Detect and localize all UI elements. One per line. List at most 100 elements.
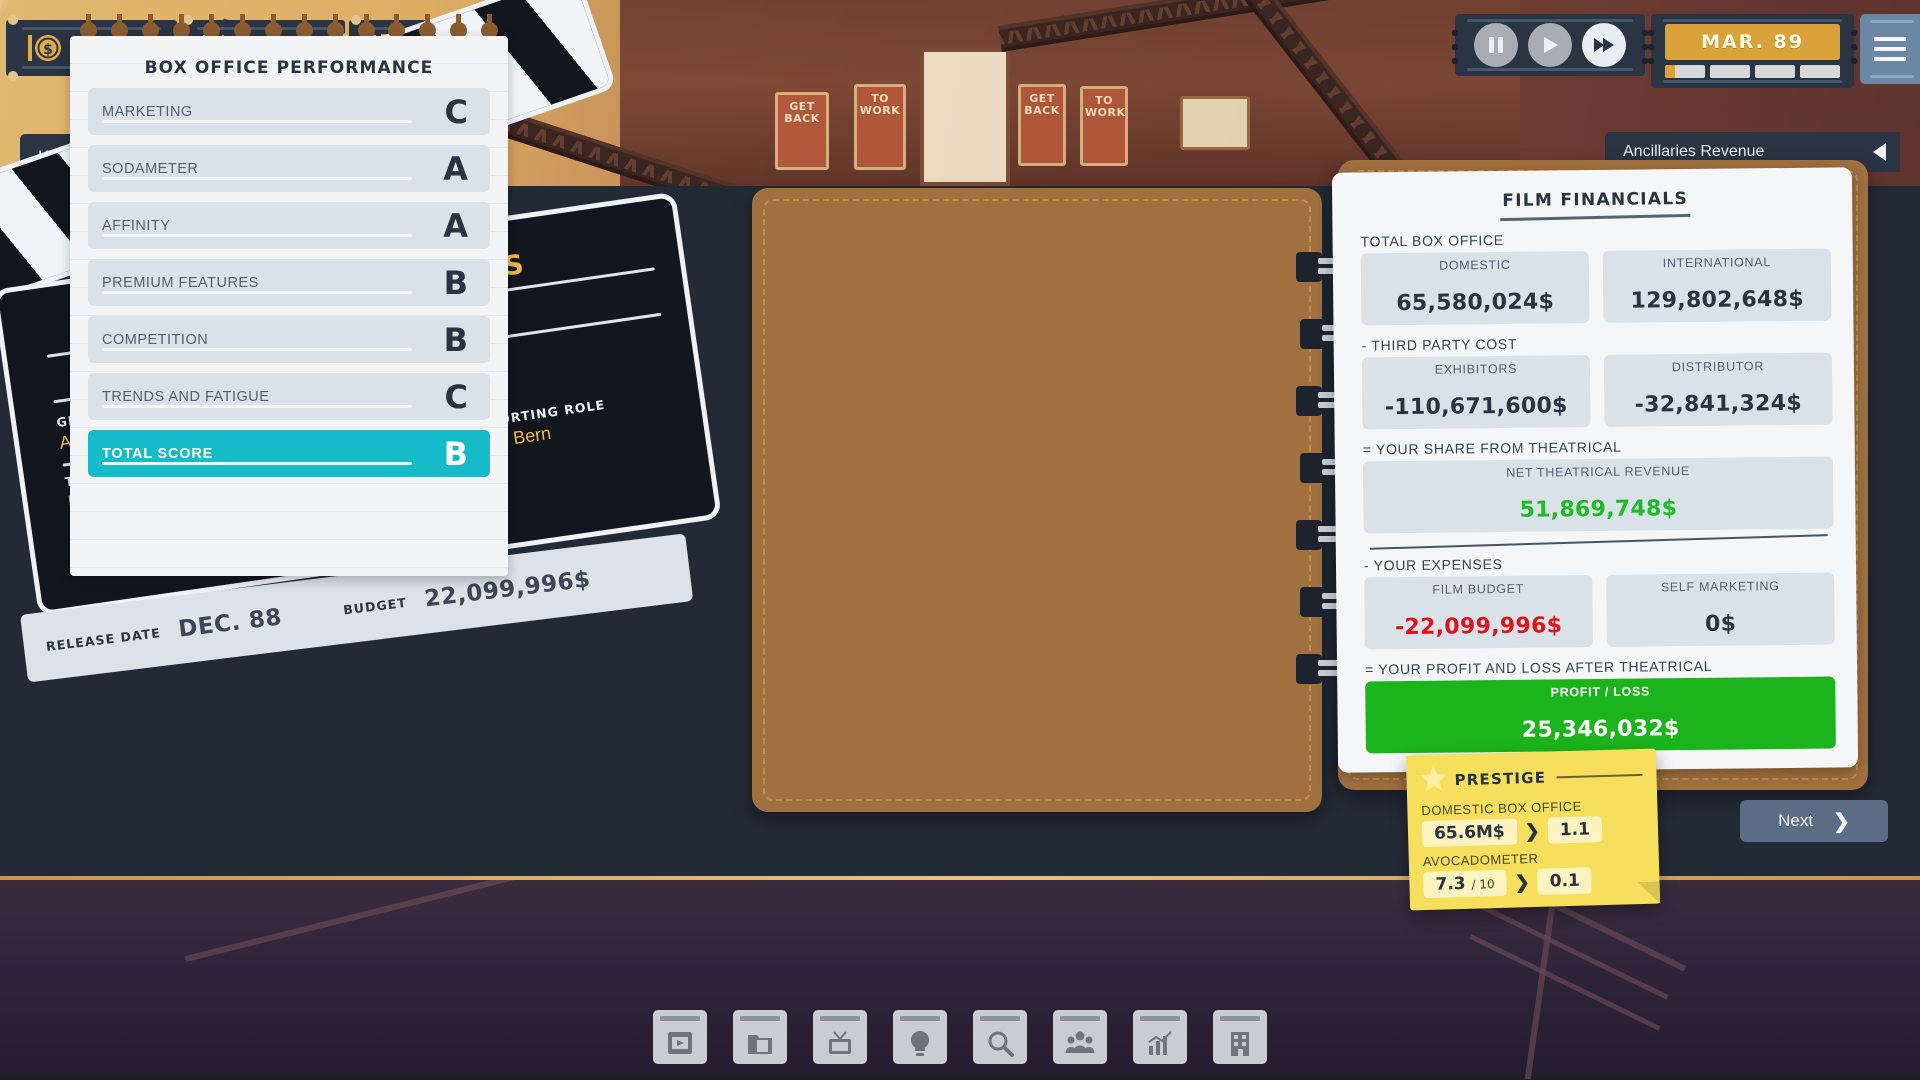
week-segment xyxy=(1755,65,1796,78)
box-office-row-grade: A xyxy=(443,206,468,245)
bottom-toolbar xyxy=(653,1010,1267,1064)
play-button[interactable] xyxy=(1528,23,1573,67)
toolbar-staff[interactable] xyxy=(1053,1010,1107,1064)
box-office-row: AFFINITY A xyxy=(88,202,490,249)
total-score-label: TOTAL SCORE xyxy=(102,445,214,462)
financials-row: EXHIBITORS -110,671,600$ DISTRIBUTOR -32,84… xyxy=(1361,352,1833,429)
scene-poster: GET BACK xyxy=(775,92,829,170)
fast-forward-button[interactable] xyxy=(1582,23,1627,67)
financial-box-amount: -110,671,600$ xyxy=(1384,392,1568,420)
financial-box: DISTRIBUTOR -32,841,324$ xyxy=(1603,352,1833,427)
menu-button[interactable] xyxy=(1860,14,1920,84)
total-score-grade: B xyxy=(443,434,468,473)
financial-box-caption: FILM BUDGET xyxy=(1432,581,1525,597)
financials-title-underline xyxy=(1500,213,1691,221)
film-icon xyxy=(668,1032,692,1054)
toolbar-stats[interactable] xyxy=(1133,1010,1187,1064)
financials-sections: TOTAL BOX OFFICE DOMESTIC 65,580,024$ INTER… xyxy=(1361,228,1836,753)
financials-divider xyxy=(1369,533,1828,550)
pause-button[interactable] xyxy=(1474,23,1519,67)
financial-box-amount: -22,099,996$ xyxy=(1394,612,1563,640)
scene-poster: TO WORK xyxy=(854,84,906,170)
notebook-left-cover xyxy=(752,188,1322,812)
financial-box-caption: PROFIT / LOSS xyxy=(1550,683,1651,699)
menu-icon-bar xyxy=(1874,47,1906,51)
next-button-label: Next xyxy=(1778,811,1814,830)
chevron-right-icon: ❯ xyxy=(1524,820,1541,841)
box-office-row-grade: C xyxy=(444,377,468,416)
financial-box-amount: -32,841,324$ xyxy=(1634,390,1803,418)
box-office-row: SODAMETER A xyxy=(88,145,490,192)
financial-box-amount: 0$ xyxy=(1704,611,1737,637)
box-office-row-grade: B xyxy=(443,320,468,359)
financial-box: EXHIBITORS -110,671,600$ xyxy=(1361,354,1591,429)
financials-section-heading: = YOUR PROFIT AND LOSS AFTER THEATRICAL xyxy=(1364,657,1713,677)
financial-box-caption: NET THEATRICAL REVENUE xyxy=(1506,463,1690,480)
box-office-row-label: TRENDS AND FATIGUE xyxy=(102,388,270,405)
magnifier-icon xyxy=(988,1031,1014,1057)
week-segment xyxy=(1710,65,1751,78)
financials-row: DOMESTIC 65,580,024$ INTERNATIONAL 129,802,… xyxy=(1360,248,1832,325)
release-date-value: DEC. 88 xyxy=(176,604,284,643)
financial-box: SELF MARKETING 0$ xyxy=(1606,572,1835,647)
financial-box-amount: 51,869,748$ xyxy=(1519,495,1678,523)
current-date: MAR. 89 xyxy=(1665,24,1840,60)
box-office-title: BOX OFFICE PERFORMANCE xyxy=(144,58,434,78)
toolbar-tv[interactable] xyxy=(813,1010,867,1064)
svg-text:$: $ xyxy=(43,42,53,58)
prestige-row-value: 65.6M$ xyxy=(1421,818,1518,848)
box-office-row: TRENDS AND FATIGUE C xyxy=(88,373,490,420)
budget-label: BUDGET xyxy=(342,594,408,618)
playback-controls xyxy=(1451,14,1650,76)
box-office-row-label: SODAMETER xyxy=(102,160,199,177)
box-office-row-label: COMPETITION xyxy=(102,331,209,348)
toolbar-studio[interactable] xyxy=(1213,1010,1267,1064)
toolbar-research[interactable] xyxy=(973,1010,1027,1064)
toolbar-projects[interactable] xyxy=(733,1010,787,1064)
box-office-rows: MARKETING C SODAMETER A AFFINITY A PREMIUM FEA… xyxy=(70,88,508,477)
coin-icon: $ xyxy=(28,31,62,65)
expand-left-icon[interactable] xyxy=(1873,143,1886,161)
prestige-row: 65.6M$ ❯ 1.1 xyxy=(1421,815,1645,848)
box-office-row-grade: C xyxy=(444,92,468,131)
folder-icon xyxy=(748,1035,772,1054)
total-score-row: TOTAL SCORE B xyxy=(88,430,490,477)
financials-row: NET THEATRICAL REVENUE 51,869,748$ xyxy=(1362,456,1834,533)
financial-box: PROFIT / LOSS 25,346,032$ xyxy=(1365,675,1836,753)
prestige-row: 7.3 / 10 ❯ 0.1 xyxy=(1423,866,1646,899)
star-icon xyxy=(1420,764,1447,796)
box-office-row: COMPETITION B xyxy=(88,316,490,363)
prestige-row-value: 7.3 / 10 xyxy=(1423,869,1508,899)
toolbar-ideas[interactable] xyxy=(893,1010,947,1064)
financials-section-heading: TOTAL BOX OFFICE xyxy=(1360,231,1504,249)
box-office-row-label: PREMIUM FEATURES xyxy=(102,274,259,291)
financial-box: FILM BUDGET -22,099,996$ xyxy=(1364,574,1593,649)
box-office-row-grade: A xyxy=(443,149,468,188)
tv-icon xyxy=(829,1031,851,1054)
box-office-row: PREMIUM FEATURES B xyxy=(88,259,490,306)
financial-box-amount: 129,802,648$ xyxy=(1630,286,1805,314)
prestige-row-gain: 0.1 xyxy=(1537,867,1593,895)
people-icon xyxy=(1065,1031,1095,1053)
week-segment xyxy=(1665,65,1706,78)
top-right-controls: MAR. 89 xyxy=(1451,14,1920,88)
building-icon xyxy=(1231,1032,1249,1056)
financials-row: FILM BUDGET -22,099,996$ SELF MARKETING 0$ xyxy=(1364,572,1835,649)
release-date-label: RELEASE DATE xyxy=(45,624,162,654)
toolbar-films[interactable] xyxy=(653,1010,707,1064)
date-panel: MAR. 89 xyxy=(1647,14,1858,88)
financials-section-heading: - THIRD PARTY COST xyxy=(1361,335,1518,353)
box-office-row-label: AFFINITY xyxy=(102,217,171,234)
scene-poster xyxy=(1180,96,1250,150)
financial-box: NET THEATRICAL REVENUE 51,869,748$ xyxy=(1362,456,1834,533)
menu-icon-bar xyxy=(1874,57,1906,61)
chart-icon xyxy=(1148,1031,1172,1055)
box-office-row: MARKETING C xyxy=(88,88,490,135)
chevron-right-icon: ❯ xyxy=(1514,871,1531,893)
financials-section-heading: = YOUR SHARE FROM THEATRICAL xyxy=(1362,438,1622,457)
financials-row: PROFIT / LOSS 25,346,032$ xyxy=(1365,675,1836,753)
financial-box-amount: 65,580,024$ xyxy=(1396,288,1555,316)
next-button[interactable]: Next ❯ xyxy=(1740,800,1888,842)
film-financials-page: FILM FINANCIALS TOTAL BOX OFFICE DOMESTIC… xyxy=(1331,167,1859,773)
financial-box-caption: DISTRIBUTOR xyxy=(1671,358,1765,374)
